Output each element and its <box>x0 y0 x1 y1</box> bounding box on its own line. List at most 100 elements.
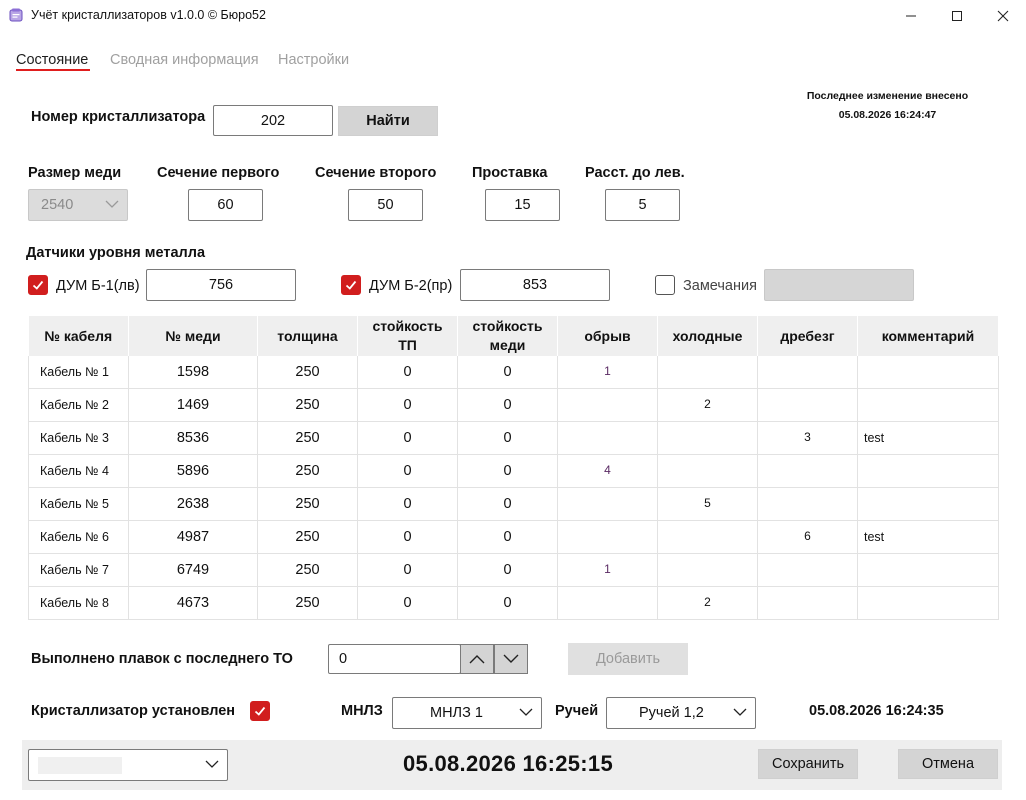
footer-select[interactable] <box>28 749 228 781</box>
table-row[interactable]: Кабель № 2 1469 250 0 0 2 <box>28 388 999 422</box>
cell-cable-name[interactable]: Кабель № 4 <box>28 454 129 488</box>
cell-bounce[interactable] <box>757 487 858 521</box>
column-header-break[interactable]: обрыв <box>557 316 658 356</box>
sensor-right-input[interactable]: 853 <box>460 269 610 301</box>
cell-bounce[interactable] <box>757 553 858 587</box>
cell-copper[interactable]: 1598 <box>128 356 258 389</box>
cell-comment[interactable] <box>857 454 999 488</box>
find-button[interactable]: Найти <box>338 106 438 136</box>
cell-bounce[interactable] <box>757 454 858 488</box>
cell-res-copper[interactable]: 0 <box>457 586 558 620</box>
copper-size-select[interactable]: 2540 <box>28 189 128 221</box>
cell-comment[interactable] <box>857 553 999 587</box>
increment-button[interactable] <box>460 644 494 674</box>
cell-break[interactable] <box>557 520 658 554</box>
cell-break[interactable] <box>557 421 658 455</box>
column-header-cable[interactable]: № кабеля <box>28 316 129 356</box>
cell-cable-name[interactable]: Кабель № 7 <box>28 553 129 587</box>
cell-res-copper[interactable]: 0 <box>457 553 558 587</box>
cell-thickness[interactable]: 250 <box>257 586 358 620</box>
minimize-button[interactable] <box>888 0 934 32</box>
maximize-button[interactable] <box>934 0 980 32</box>
cell-comment[interactable]: test <box>857 421 999 455</box>
sensor-left-checkbox[interactable] <box>28 275 48 295</box>
mold-number-input[interactable]: 202 <box>213 105 333 136</box>
cell-break[interactable] <box>557 487 658 521</box>
cell-cold[interactable] <box>657 520 758 554</box>
add-button[interactable]: Добавить <box>568 643 688 675</box>
cell-thickness[interactable]: 250 <box>257 553 358 587</box>
dist-left-input[interactable]: 5 <box>605 189 680 221</box>
cell-comment[interactable] <box>857 487 999 521</box>
stream-select[interactable]: Ручей 1,2 <box>606 697 756 729</box>
cell-res-copper[interactable]: 0 <box>457 421 558 455</box>
cell-cold[interactable]: 2 <box>657 586 758 620</box>
cell-cable-name[interactable]: Кабель № 2 <box>28 388 129 422</box>
tab-settings[interactable]: Настройки <box>278 52 349 68</box>
section-second-input[interactable]: 50 <box>348 189 423 221</box>
table-row[interactable]: Кабель № 8 4673 250 0 0 2 <box>28 586 999 620</box>
cell-thickness[interactable]: 250 <box>257 421 358 455</box>
cell-thickness[interactable]: 250 <box>257 388 358 422</box>
title-bar[interactable]: Учёт кристаллизаторов v1.0.0 © Бюро52 <box>0 0 1026 32</box>
sensor-left-input[interactable]: 756 <box>146 269 296 301</box>
tab-state[interactable]: Состояние <box>16 52 88 68</box>
cell-res-tp[interactable]: 0 <box>357 553 458 587</box>
table-row[interactable]: Кабель № 5 2638 250 0 0 5 <box>28 487 999 521</box>
installed-checkbox[interactable] <box>250 701 270 721</box>
column-header-res-copper[interactable]: стойкость меди <box>457 316 558 356</box>
save-button[interactable]: Сохранить <box>758 749 858 779</box>
section-first-input[interactable]: 60 <box>188 189 263 221</box>
cell-bounce[interactable]: 3 <box>757 421 858 455</box>
column-header-res-tp[interactable]: стойкость ТП <box>357 316 458 356</box>
cell-thickness[interactable]: 250 <box>257 520 358 554</box>
cell-res-tp[interactable]: 0 <box>357 487 458 521</box>
cell-cable-name[interactable]: Кабель № 3 <box>28 421 129 455</box>
cell-comment[interactable]: test <box>857 520 999 554</box>
cell-res-tp[interactable]: 0 <box>357 520 458 554</box>
cell-copper[interactable]: 8536 <box>128 421 258 455</box>
cell-break[interactable]: 1 <box>557 553 658 587</box>
decrement-button[interactable] <box>494 644 528 674</box>
cell-res-copper[interactable]: 0 <box>457 454 558 488</box>
cell-copper[interactable]: 1469 <box>128 388 258 422</box>
column-header-thickness[interactable]: толщина <box>257 316 358 356</box>
close-button[interactable] <box>980 0 1026 32</box>
remarks-input[interactable] <box>764 269 914 301</box>
column-header-copper[interactable]: № меди <box>128 316 258 356</box>
table-row[interactable]: Кабель № 3 8536 250 0 0 3 test <box>28 421 999 455</box>
cell-cold[interactable] <box>657 421 758 455</box>
cell-break[interactable] <box>557 388 658 422</box>
cell-res-tp[interactable]: 0 <box>357 586 458 620</box>
cell-bounce[interactable] <box>757 388 858 422</box>
table-row[interactable]: Кабель № 7 6749 250 0 0 1 <box>28 553 999 587</box>
cell-bounce[interactable] <box>757 356 858 389</box>
cell-cable-name[interactable]: Кабель № 6 <box>28 520 129 554</box>
cell-cold[interactable] <box>657 356 758 389</box>
cell-break[interactable]: 1 <box>557 356 658 389</box>
cell-res-tp[interactable]: 0 <box>357 421 458 455</box>
cell-copper[interactable]: 4987 <box>128 520 258 554</box>
cell-cable-name[interactable]: Кабель № 5 <box>28 487 129 521</box>
cell-comment[interactable] <box>857 356 999 389</box>
tab-summary[interactable]: Сводная информация <box>110 52 259 68</box>
cell-bounce[interactable]: 6 <box>757 520 858 554</box>
cell-cold[interactable]: 5 <box>657 487 758 521</box>
cell-copper[interactable]: 6749 <box>128 553 258 587</box>
cell-copper[interactable]: 5896 <box>128 454 258 488</box>
mnlz-select[interactable]: МНЛЗ 1 <box>392 697 542 729</box>
cell-cold[interactable]: 2 <box>657 388 758 422</box>
remarks-checkbox[interactable] <box>655 275 675 295</box>
cell-res-tp[interactable]: 0 <box>357 356 458 389</box>
cell-res-copper[interactable]: 0 <box>457 388 558 422</box>
cell-bounce[interactable] <box>757 586 858 620</box>
column-header-comment[interactable]: комментарий <box>857 316 999 356</box>
cell-thickness[interactable]: 250 <box>257 487 358 521</box>
cell-res-tp[interactable]: 0 <box>357 454 458 488</box>
cell-copper[interactable]: 4673 <box>128 586 258 620</box>
cell-res-tp[interactable]: 0 <box>357 388 458 422</box>
cell-thickness[interactable]: 250 <box>257 454 358 488</box>
cell-cable-name[interactable]: Кабель № 8 <box>28 586 129 620</box>
cell-copper[interactable]: 2638 <box>128 487 258 521</box>
table-row[interactable]: Кабель № 1 1598 250 0 0 1 <box>28 356 999 389</box>
